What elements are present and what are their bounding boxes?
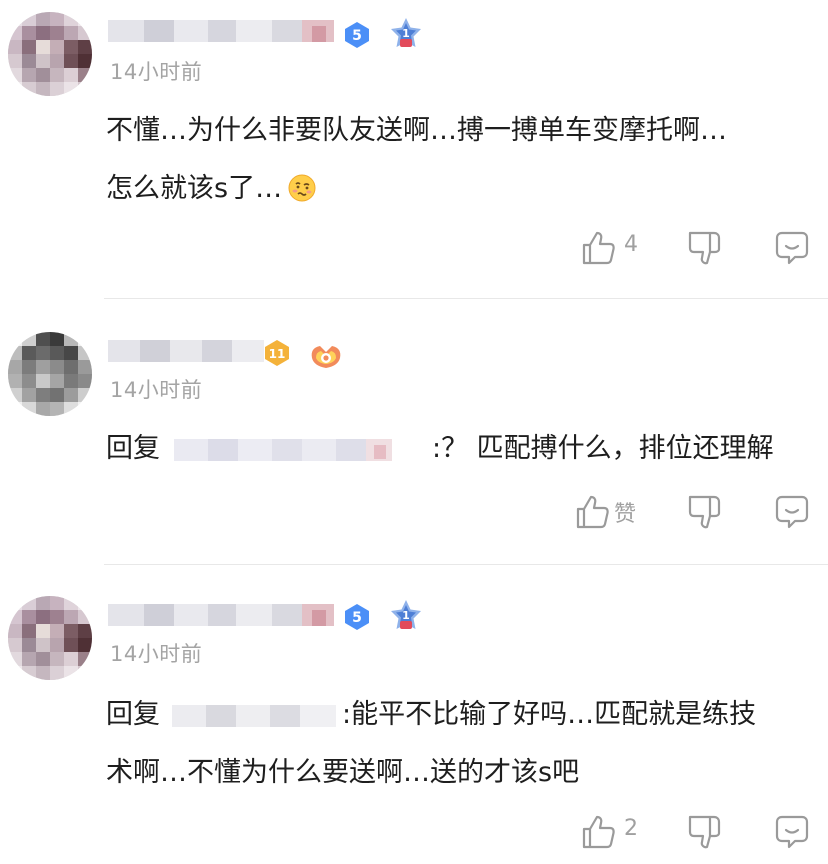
reply-bubble-icon — [775, 815, 809, 849]
username[interactable] — [108, 336, 264, 366]
like-count: 2 — [624, 816, 638, 841]
reply-text: :能平不比输了好吗…匹配就是练技 — [342, 699, 757, 730]
thumbs-down-icon — [688, 231, 721, 265]
comment-time: 14小时前 — [110, 378, 203, 402]
comment-actions: 4 — [580, 228, 810, 268]
comment-item: 11 14小时前 回复 :？ 匹配搏什么，排位还理解 赞 — [0, 300, 828, 564]
comment-text-line: 回复 :？ 匹配搏什么，排位还理解 — [106, 420, 774, 478]
comment-item: 5 1 14小时前 回复 :能平不比输了好吗…匹配就是练技 术啊…不懂为什么要送… — [0, 566, 828, 864]
comment-time: 14小时前 — [110, 642, 203, 666]
level-badge-icon: 5 — [345, 604, 369, 630]
level-badge-icon: 11 — [265, 340, 289, 366]
reply-button[interactable] — [774, 228, 814, 268]
medal-icon: 1 — [391, 600, 421, 629]
svg-text:1: 1 — [402, 27, 410, 40]
comment-text-line: 不懂…为什么非要队友送啊…搏一搏单车变摩托啊… — [106, 115, 727, 146]
like-label: 赞 — [614, 502, 637, 527]
mentioned-username[interactable] — [172, 703, 336, 729]
reply-bubble-icon — [775, 495, 809, 529]
thumbs-down-icon — [688, 495, 721, 529]
thumbs-up-icon — [582, 815, 615, 849]
reply-button[interactable] — [774, 492, 814, 532]
avatar[interactable] — [8, 12, 92, 96]
dislike-button[interactable] — [686, 228, 726, 268]
comment-text[interactable]: 不懂…为什么非要队友送啊…搏一搏单车变摩托啊… 怎么就该s了… — [106, 102, 727, 218]
like-count: 4 — [624, 232, 638, 257]
divider — [104, 564, 828, 565]
thumbs-up-icon — [576, 495, 609, 529]
mentioned-username[interactable] — [174, 437, 410, 463]
comment-text[interactable]: 回复 :？ 匹配搏什么，排位还理解 — [106, 420, 774, 478]
reply-button[interactable] — [774, 812, 814, 852]
like-button[interactable]: 4 — [580, 228, 660, 268]
divider — [104, 298, 828, 299]
medal-icon — [311, 346, 341, 368]
svg-text:5: 5 — [352, 610, 362, 626]
like-button[interactable]: 赞 — [574, 492, 654, 532]
level-badge-icon: 5 — [345, 22, 369, 48]
woozy-face-icon — [288, 174, 316, 201]
svg-text:1: 1 — [402, 609, 410, 622]
comment-actions: 赞 — [574, 492, 810, 532]
thumbs-up-icon — [582, 231, 615, 265]
comment-time: 14小时前 — [110, 60, 203, 84]
avatar[interactable] — [8, 596, 92, 680]
svg-text:11: 11 — [269, 347, 286, 361]
reply-bubble-icon — [775, 231, 809, 265]
comment-text-line: 回复 :能平不比输了好吗…匹配就是练技 — [106, 686, 756, 744]
comment-item: 5 1 14小时前 不懂…为什么非要队友送啊…搏一搏单车变摩托啊… 怎么就该s了… — [0, 0, 828, 300]
reply-prefix: 回复 — [106, 699, 160, 730]
avatar[interactable] — [8, 332, 92, 416]
dislike-button[interactable] — [686, 492, 726, 532]
svg-text:5: 5 — [352, 28, 362, 44]
comment-text[interactable]: 回复 :能平不比输了好吗…匹配就是练技 术啊…不懂为什么要送啊…送的才该s吧 — [106, 686, 756, 802]
username[interactable] — [108, 16, 334, 46]
reply-text: :？ 匹配搏什么，排位还理解 — [432, 433, 774, 464]
comment-list: 5 1 14小时前 不懂…为什么非要队友送啊…搏一搏单车变摩托啊… 怎么就该s了… — [0, 0, 828, 864]
medal-icon: 1 — [391, 18, 421, 47]
dislike-button[interactable] — [686, 812, 726, 852]
thumbs-down-icon — [688, 815, 721, 849]
comment-text-line: 术啊…不懂为什么要送啊…送的才该s吧 — [106, 757, 580, 788]
like-button[interactable]: 2 — [580, 812, 660, 852]
username[interactable] — [108, 600, 334, 630]
comment-actions: 2 — [580, 812, 810, 852]
reply-prefix: 回复 — [106, 433, 160, 464]
comment-text-line: 怎么就该s了… — [106, 160, 727, 218]
